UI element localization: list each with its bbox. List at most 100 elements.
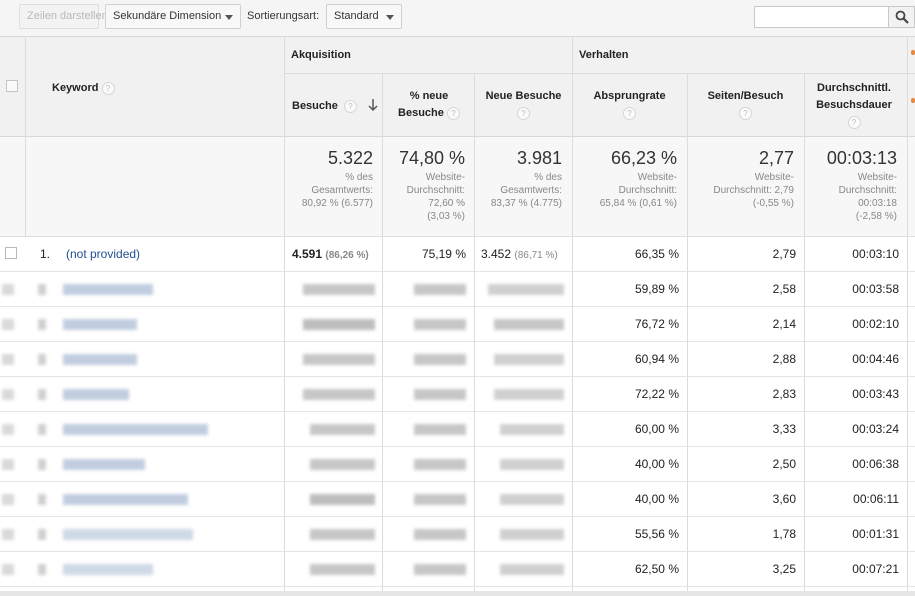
secondary-dimension-dropdown[interactable]: Sekundäre Dimension [105, 4, 241, 29]
row-bounce: 66,35 % [634, 247, 679, 261]
total-new-visits-note: % des [534, 172, 562, 183]
total-new-visits-note: Gesamtwerts: [500, 185, 562, 196]
col-header-duration-l1: Durchschnittl. [817, 82, 891, 94]
row-index-obscured [38, 284, 46, 295]
keyword-obscured [63, 459, 145, 470]
table-row[interactable]: 1. (not provided) 4.591 (86,26 %) 75,19 … [0, 237, 915, 272]
total-bounce-note: Durchschnitt: [618, 185, 677, 196]
total-pages-value: 2,77 [758, 148, 794, 168]
search-icon [895, 10, 909, 24]
keyword-obscured [63, 529, 193, 540]
row-index-obscured [38, 424, 46, 435]
help-icon[interactable]: ? [517, 106, 530, 120]
total-new-pct-value: 74,80 % [398, 148, 465, 168]
column-divider [687, 73, 688, 592]
table-row[interactable]: 40,00 % 2,50 00:06:38 [0, 447, 915, 482]
visits-obscured [303, 284, 375, 295]
col-header-new-visits[interactable]: Neue Besuche? [475, 88, 572, 122]
row-duration: 00:06:11 [853, 492, 899, 506]
total-bounce: 66,23 % Website- Durchschnitt: 65,84 % (0,… [576, 147, 677, 210]
row-index-obscured [38, 494, 46, 505]
total-duration: 00:03:13 Website- Durchschnitt: 00:03:18 (-… [808, 147, 897, 223]
row-duration: 00:07:21 [852, 562, 899, 576]
help-icon[interactable]: ? [623, 106, 636, 120]
total-new-visits-note: 83,37 % (4.775) [490, 198, 562, 209]
row-visits-value: 4.591 [292, 247, 323, 261]
search-button[interactable] [888, 6, 915, 28]
col-header-avg-duration[interactable]: Durchschnittl. Besuchsdauer? [804, 80, 904, 131]
table-row[interactable]: 60,00 % 3,33 00:03:24 [0, 412, 915, 447]
keyword-obscured [63, 389, 129, 400]
total-visits-value: 5.322 [327, 148, 373, 168]
column-divider [572, 36, 573, 592]
total-bounce-value: 66,23 % [610, 148, 677, 168]
table-row[interactable]: 62,50 % 3,25 00:07:21 [0, 552, 915, 587]
help-icon[interactable]: ? [739, 106, 752, 120]
row-checkbox[interactable] [5, 247, 17, 259]
scroll-indicator [911, 50, 915, 55]
show-rows-button[interactable]: Zeilen darstellen [19, 4, 108, 29]
table-row[interactable]: 59,89 % 2,58 00:03:58 [0, 272, 915, 307]
row-index-obscured [38, 459, 46, 470]
table-row[interactable]: 55,56 % 1,78 00:01:31 [0, 517, 915, 552]
horizontal-scrollbar[interactable] [0, 591, 915, 596]
total-duration-note: Durchschnitt: [838, 185, 897, 196]
keyword-link[interactable]: (not provided) [66, 237, 140, 271]
row-bounce: 60,94 % [634, 352, 679, 366]
col-header-visits[interactable]: Besuche ? [292, 98, 357, 115]
row-checkbox-obscured [2, 354, 14, 365]
visits-obscured [310, 459, 375, 470]
table-row[interactable]: 76,72 % 2,14 00:02:10 [0, 307, 915, 342]
sort-dropdown[interactable]: Standard [326, 4, 402, 29]
col-header-keyword[interactable]: Keyword ? [52, 80, 115, 97]
table-row[interactable]: 72,22 % 2,83 00:03:43 [0, 377, 915, 412]
row-bounce: 40,00 % [634, 492, 679, 506]
new-visits-obscured [500, 529, 564, 540]
column-divider [25, 36, 26, 237]
sort-descending-icon[interactable] [367, 98, 379, 112]
keyword-obscured [63, 494, 188, 505]
col-header-bounce-rate[interactable]: Absprungrate? [572, 88, 687, 122]
table-row[interactable]: 40,00 % 3,60 00:06:11 [0, 482, 915, 517]
row-bounce: 59,89 % [634, 282, 679, 296]
row-bounce: 55,56 % [634, 527, 679, 541]
col-header-duration-l2: Besuchsdauer [816, 99, 892, 111]
keyword-obscured [63, 424, 208, 435]
row-pages: 3,25 [772, 562, 796, 576]
column-divider [382, 73, 383, 592]
chevron-down-icon [386, 15, 394, 20]
row-duration: 00:03:24 [852, 422, 899, 436]
new-pct-obscured [414, 529, 466, 540]
row-index-obscured [38, 564, 46, 575]
row-bounce: 40,00 % [634, 457, 679, 471]
new-pct-obscured [414, 424, 466, 435]
row-pages: 3,33 [772, 422, 796, 436]
search-input[interactable] [754, 6, 889, 28]
help-icon[interactable]: ? [847, 115, 861, 129]
help-icon[interactable]: ? [343, 99, 357, 113]
row-pages: 2,83 [772, 387, 796, 401]
new-visits-obscured [494, 319, 564, 330]
show-rows-label: Zeilen darstellen [27, 10, 108, 22]
table-row[interactable]: 60,94 % 2,88 00:04:46 [0, 342, 915, 377]
row-new-pct: 75,19 % [421, 247, 466, 261]
select-all-checkbox[interactable] [6, 80, 18, 92]
help-icon[interactable]: ? [446, 106, 460, 120]
chevron-down-icon [225, 15, 233, 20]
col-header-pages-visit[interactable]: Seiten/Besuch? [687, 88, 804, 122]
column-divider [284, 36, 285, 592]
column-divider [474, 73, 475, 592]
row-checkbox-obscured [2, 459, 14, 470]
visits-obscured [310, 424, 375, 435]
row-checkbox-obscured [2, 424, 14, 435]
row-checkbox-obscured [2, 529, 14, 540]
col-header-keyword-label: Keyword [52, 82, 99, 94]
total-pages-note: (-0,55 %) [752, 198, 794, 209]
row-index-obscured [38, 319, 46, 330]
row-bounce: 62,50 % [634, 562, 679, 576]
col-header-new-visits-pct[interactable]: % neue Besuche ? [383, 88, 475, 122]
row-duration: 00:06:38 [852, 457, 899, 471]
help-icon[interactable]: ? [101, 81, 115, 95]
col-header-new-visits-label: Neue Besuche [485, 90, 562, 102]
row-pages: 2,79 [772, 247, 796, 261]
